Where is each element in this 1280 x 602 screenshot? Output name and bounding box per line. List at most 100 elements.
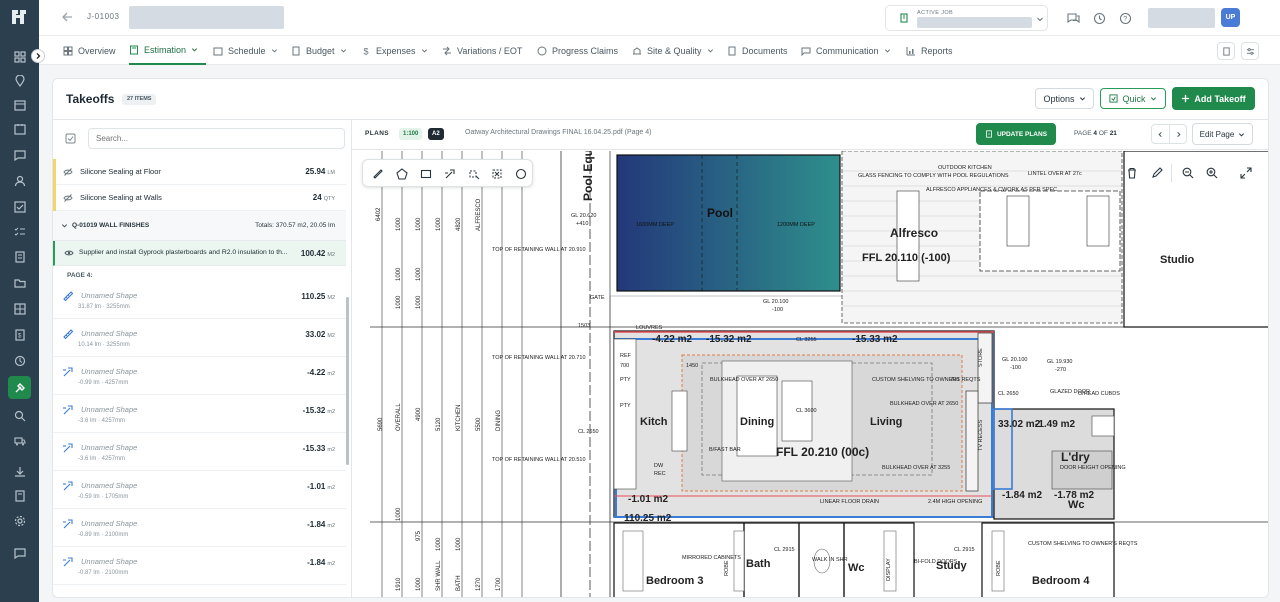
shape-unit: M2 — [327, 295, 335, 301]
tab-budget[interactable]: Budget — [291, 36, 347, 65]
edit-page-button[interactable]: Edit Page — [1192, 123, 1253, 145]
history-icon[interactable] — [1093, 12, 1106, 25]
tab-estimation[interactable]: Estimation — [129, 36, 206, 65]
plan-viewer[interactable]: 6402 1000 1000 1000 1000 1000 1000 1000 … — [352, 151, 1269, 598]
circle-tool-icon[interactable] — [515, 168, 527, 180]
back-arrow-icon[interactable] — [61, 11, 73, 23]
hidden-eye-icon[interactable] — [63, 167, 73, 177]
nav-history-icon[interactable] — [8, 349, 31, 372]
shape-row[interactable]: Unnamed Shape -0.89 lm · 2100mm -1.84 m2 — [53, 509, 346, 547]
room-pool-equip: Pool Equi — [581, 151, 595, 201]
list-item[interactable]: Silicone Sealing at Walls 24 QTY — [53, 185, 346, 211]
zoom-out-icon[interactable] — [1182, 167, 1194, 179]
nav-invoice-icon[interactable]: $ — [8, 323, 31, 346]
chat-icon[interactable] — [1067, 12, 1080, 25]
shape-row[interactable]: Unnamed Shape -0.87 lm · 2100mm -1.84 m2 — [53, 547, 346, 585]
pool-deep-left: 1600MM DEEP — [636, 222, 674, 228]
note-gl1: GL 20.620 — [571, 213, 596, 219]
chevron-down-icon — [1036, 15, 1044, 23]
nav-dashboard-icon[interactable] — [8, 45, 31, 68]
nav-download-icon[interactable] — [8, 460, 31, 483]
cutout-tool-icon[interactable] — [491, 168, 503, 180]
note-ref: REF — [620, 353, 632, 359]
room-laundry: L'dry — [1061, 450, 1090, 464]
search-input[interactable] — [88, 128, 345, 149]
list-item[interactable]: Silicone Sealing at Floor 25.94 LM — [53, 159, 346, 185]
rectangle-tool-icon[interactable] — [420, 168, 432, 180]
next-page-icon[interactable] — [1175, 131, 1182, 138]
chevron-down-icon — [340, 49, 346, 53]
ruler-tool-icon[interactable] — [372, 168, 384, 180]
list-scrollbar[interactable] — [346, 297, 349, 465]
hidden-eye-icon[interactable] — [63, 193, 73, 203]
note-dw: DW — [654, 463, 664, 469]
add-takeoff-label: Add Takeoff — [1194, 93, 1246, 104]
edit-pencil-icon[interactable] — [1151, 167, 1163, 179]
filter-settings-icon[interactable] — [1241, 42, 1259, 60]
floor-plan-drawing[interactable]: 6402 1000 1000 1000 1000 1000 1000 1000 … — [352, 151, 1269, 598]
shape-row[interactable]: Unnamed Shape -3.6 lm · 4257mm -15.32 m2 — [53, 395, 346, 433]
add-takeoff-button[interactable]: Add Takeoff — [1172, 87, 1255, 110]
nav-folder-icon[interactable] — [8, 271, 31, 294]
user-avatar[interactable]: UP — [1221, 8, 1240, 27]
page-prefix: PAGE — [1074, 130, 1092, 137]
shape-row[interactable]: Unnamed Shape -0.59 lm · 1705mm -1.01 m2 — [53, 471, 346, 509]
note-ohead: O/HEAD CUBDS — [1078, 391, 1120, 397]
prev-page-icon[interactable] — [1157, 131, 1164, 138]
nav-tasks-icon[interactable] — [8, 195, 31, 218]
tab-progress-claims[interactable]: Progress Claims — [537, 36, 618, 65]
page-view-icon[interactable] — [1217, 42, 1235, 60]
tab-overview[interactable]: Overview — [63, 36, 116, 65]
delete-icon[interactable] — [1126, 167, 1138, 179]
expand-sidebar-button[interactable] — [31, 49, 45, 63]
group-header[interactable]: Q-01019 WALL FINISHES Totals: 370.57 m2,… — [53, 211, 346, 241]
chevron-down-icon[interactable] — [61, 222, 68, 229]
note-cl3600: CL 3600 — [796, 408, 817, 414]
svg-text:1000: 1000 — [416, 217, 422, 231]
nav-checklist-icon[interactable] — [8, 220, 31, 243]
help-icon[interactable]: ? — [1119, 12, 1132, 25]
quick-button[interactable]: Quick — [1100, 88, 1166, 109]
shape-row[interactable]: Unnamed Shape 10.14 lm · 3255mm 33.02 M2 — [53, 319, 346, 357]
tab-reports[interactable]: Reports — [906, 36, 953, 65]
select-all-checkbox-icon[interactable] — [65, 133, 76, 144]
note-custom1: CUSTOM SHELVING TO OWNERS REQTS — [872, 377, 981, 383]
nav-truck-icon[interactable] — [8, 429, 31, 452]
tab-site-quality[interactable]: Site & Quality — [632, 36, 714, 65]
nav-search-icon[interactable] — [8, 404, 31, 427]
shape-row[interactable]: Unnamed Shape 31.87 lm · 3255mm 110.25 M2 — [53, 281, 346, 319]
nav-files-icon[interactable] — [8, 245, 31, 268]
active-job-selector[interactable]: ACTIVE JOB — [885, 5, 1048, 31]
nav-settings-icon[interactable] — [8, 509, 31, 532]
nav-messages-icon[interactable] — [8, 143, 31, 166]
eye-icon[interactable] — [64, 248, 74, 258]
tab-expenses[interactable]: $ Expenses — [361, 36, 428, 65]
nav-report-icon[interactable] — [8, 484, 31, 507]
shape-row[interactable]: Unnamed Shape -0.99 lm · 4257mm -4.22 m2 — [53, 357, 346, 395]
update-plans-button[interactable]: UPDATE PLANS — [976, 123, 1056, 145]
fullscreen-icon[interactable] — [1240, 167, 1252, 179]
selected-list-item[interactable]: Supplier and install Gyprock plasterboar… — [53, 241, 346, 266]
polygon-tool-icon[interactable] — [396, 168, 408, 180]
nav-schedule-icon[interactable] — [8, 117, 31, 140]
tab-schedule[interactable]: Schedule — [213, 36, 278, 65]
tab-variations[interactable]: Variations / EOT — [442, 36, 522, 65]
nav-location-icon[interactable] — [8, 69, 31, 92]
deduct-tool-icon[interactable] — [444, 168, 456, 180]
tab-communication[interactable]: Communication — [801, 36, 891, 65]
svg-text:1700: 1700 — [496, 577, 502, 591]
nav-users-icon[interactable] — [8, 169, 31, 192]
svg-text:4820: 4820 — [456, 217, 462, 231]
shape-dimensions: -3.6 lm · 4257mm — [78, 456, 126, 462]
nav-calendar-icon[interactable] — [8, 93, 31, 116]
options-button[interactable]: Options — [1035, 88, 1094, 109]
zoom-in-icon[interactable] — [1206, 167, 1218, 179]
shape-dimensions: -0.89 lm · 2100mm — [78, 532, 129, 538]
nav-grid-icon[interactable] — [8, 297, 31, 320]
lasso-tool-icon[interactable] — [468, 168, 480, 180]
tab-documents[interactable]: Documents — [727, 36, 788, 65]
shape-row[interactable]: Unnamed Shape -3.6 lm · 4257mm -15.33 m2 — [53, 433, 346, 471]
app-logo-icon[interactable] — [9, 7, 29, 27]
nav-support-chat-icon[interactable] — [8, 541, 31, 564]
nav-estimation-icon[interactable] — [8, 376, 31, 399]
